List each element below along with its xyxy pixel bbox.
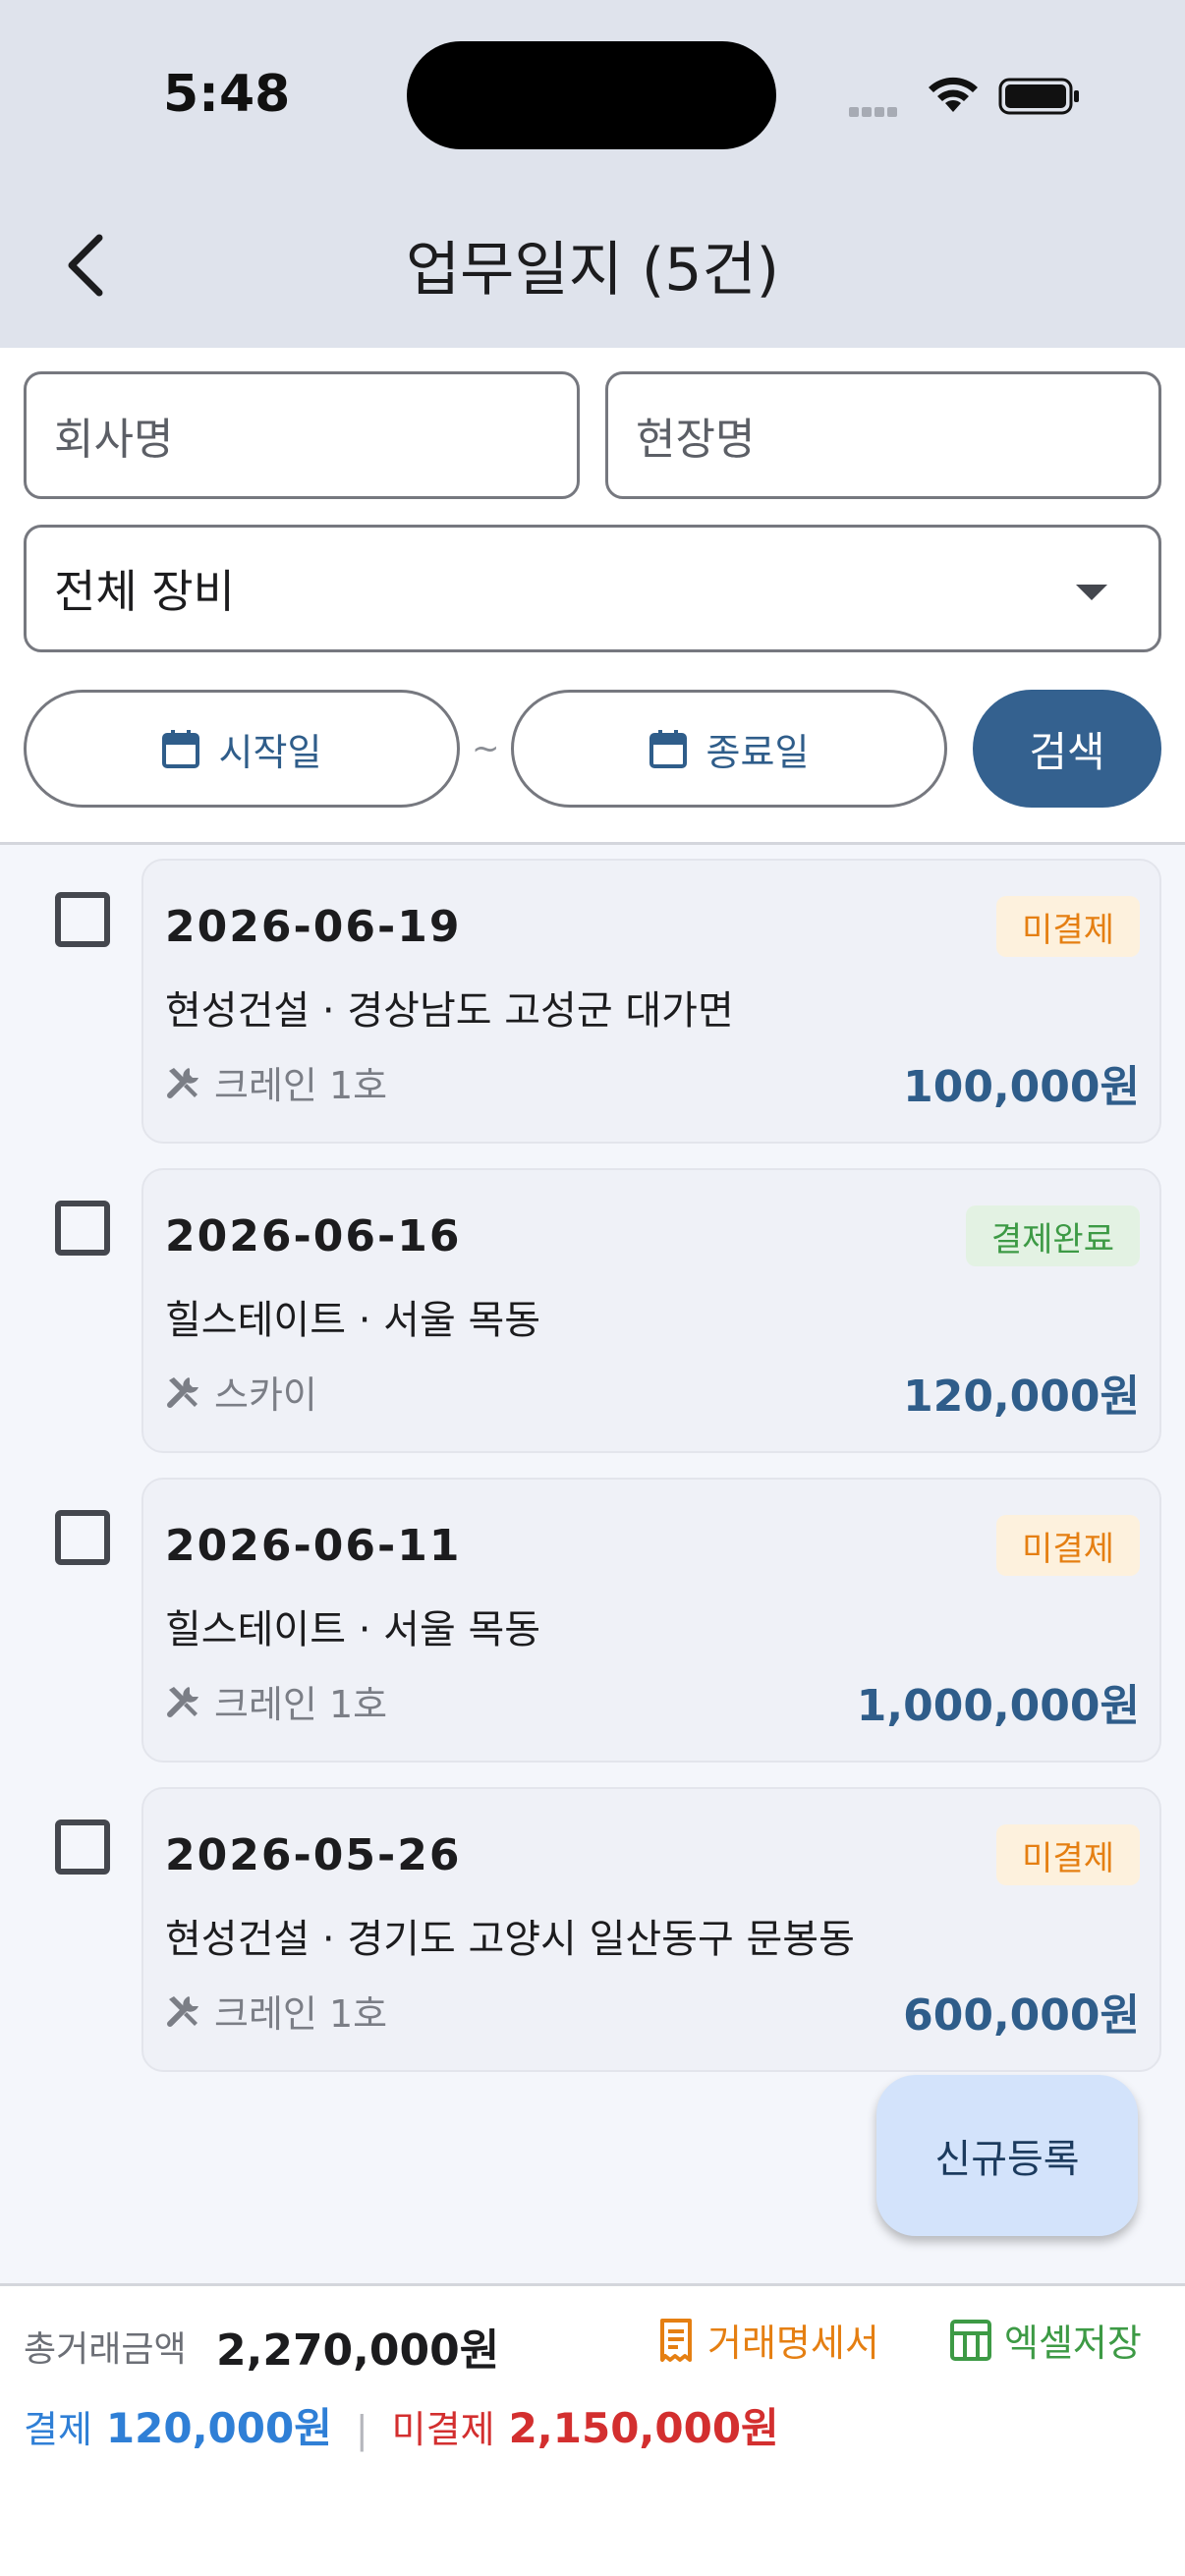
- dropdown-arrow-icon: [1076, 585, 1107, 600]
- total-amount-label: 총거래금액: [24, 2329, 187, 2370]
- log-date: 2026-06-16: [165, 1211, 462, 1261]
- start-date-label: 시작일: [218, 730, 322, 774]
- receipt-icon: [660, 2318, 692, 2362]
- status-badge: 미결제: [996, 896, 1140, 957]
- company-placeholder: 회사명: [54, 415, 174, 465]
- status-badge: 미결제: [996, 1824, 1140, 1885]
- company-input[interactable]: 회사명: [24, 371, 580, 499]
- equipment-selected-value: 전체 장비: [54, 565, 235, 618]
- unpaid-label: 미결제: [391, 2408, 495, 2451]
- tools-icon: [167, 1376, 198, 1408]
- wifi-icon: [929, 77, 978, 112]
- log-card[interactable]: 2026-06-11 미결제 힐스테이트 · 서울 목동 크레인 1호 1,00…: [141, 1478, 1161, 1763]
- table-icon: [950, 2319, 991, 2361]
- log-description: 힐스테이트 · 서울 목동: [165, 1607, 541, 1652]
- log-date: 2026-05-26: [165, 1830, 462, 1880]
- tools-icon: [167, 1067, 198, 1098]
- start-date-button[interactable]: 시작일: [24, 690, 460, 808]
- log-equipment-name: 크레인 1호: [214, 1992, 388, 2036]
- search-button[interactable]: 검색: [973, 690, 1161, 808]
- log-amount: 600,000원: [903, 1990, 1140, 2041]
- log-checkbox[interactable]: [55, 1201, 110, 1256]
- log-amount: 1,000,000원: [856, 1681, 1140, 1731]
- log-card[interactable]: 2026-06-16 결제완료 힐스테이트 · 서울 목동 스카이 120,00…: [141, 1168, 1161, 1453]
- log-equipment-name: 크레인 1호: [214, 1064, 388, 1107]
- excel-export-label: 엑셀저장: [1004, 2322, 1142, 2365]
- log-date: 2026-06-19: [165, 902, 462, 952]
- status-badge: 미결제: [996, 1515, 1140, 1576]
- log-card[interactable]: 2026-05-26 미결제 현성건설 · 경기도 고양시 일산동구 문봉동 크…: [141, 1787, 1161, 2072]
- log-equipment: 크레인 1호: [165, 1984, 387, 2038]
- status-badge: 결제완료: [965, 1205, 1140, 1266]
- site-input[interactable]: 현장명: [605, 371, 1161, 499]
- date-range-separator: ~: [472, 729, 500, 768]
- log-description: 현성건설 · 경기도 고양시 일산동구 문봉동: [165, 1917, 855, 1962]
- log-card[interactable]: 2026-06-19 미결제 현성건설 · 경상남도 고성군 대가면 크레인 1…: [141, 859, 1161, 1144]
- calendar-icon: [161, 730, 199, 768]
- paid-value: 120,000원: [105, 2404, 332, 2452]
- page-title: 업무일지 (5건): [405, 236, 780, 305]
- log-checkbox[interactable]: [55, 1820, 110, 1875]
- log-checkbox[interactable]: [55, 1510, 110, 1565]
- tools-icon: [167, 1995, 198, 2027]
- new-entry-button[interactable]: 신규등록: [876, 2075, 1138, 2236]
- log-amount: 100,000원: [903, 1062, 1140, 1112]
- log-date: 2026-06-11: [165, 1521, 462, 1571]
- summary-divider: |: [355, 2408, 368, 2451]
- site-placeholder: 현장명: [636, 415, 756, 465]
- statement-label: 거래명세서: [707, 2322, 879, 2365]
- log-equipment-name: 크레인 1호: [214, 1683, 388, 1726]
- dynamic-island: [407, 41, 776, 149]
- log-description: 현성건설 · 경상남도 고성군 대가면: [165, 988, 734, 1034]
- log-equipment: 크레인 1호: [165, 1055, 387, 1109]
- total-amount-value: 2,270,000원: [216, 2325, 500, 2376]
- app-header: 5:48 업무일지 (5건): [0, 0, 1185, 348]
- excel-export-button[interactable]: 엑셀저장: [949, 2313, 1142, 2367]
- log-equipment-name: 스카이: [214, 1373, 317, 1417]
- end-date-label: 종료일: [705, 730, 810, 774]
- unpaid-value: 2,150,000원: [508, 2404, 779, 2452]
- end-date-button[interactable]: 종료일: [511, 690, 947, 808]
- log-equipment: 크레인 1호: [165, 1674, 387, 1728]
- log-equipment: 스카이: [165, 1365, 317, 1419]
- statement-button[interactable]: 거래명세서: [656, 2313, 879, 2367]
- payment-summary: 결제 120,000원 | 미결제 2,150,000원: [24, 2395, 779, 2455]
- status-time: 5:48: [163, 65, 291, 124]
- tools-icon: [167, 1686, 198, 1717]
- equipment-select[interactable]: 전체 장비: [24, 525, 1161, 652]
- battery-icon: [998, 78, 1079, 115]
- log-amount: 120,000원: [903, 1372, 1140, 1422]
- calendar-icon: [649, 730, 687, 768]
- log-description: 힐스테이트 · 서울 목동: [165, 1298, 541, 1343]
- paid-label: 결제: [24, 2408, 92, 2451]
- log-checkbox[interactable]: [55, 892, 110, 947]
- cellular-signal-icon: [849, 102, 908, 117]
